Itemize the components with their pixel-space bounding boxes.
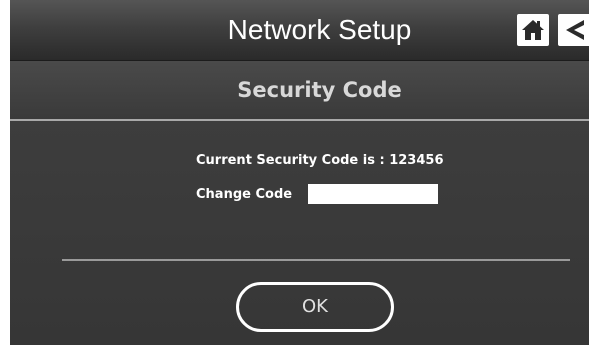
home-icon [522, 20, 544, 40]
home-button[interactable] [517, 14, 549, 46]
page-title: Network Setup [10, 0, 589, 60]
back-arrow-icon [566, 20, 584, 40]
current-security-code-text: Current Security Code is : 123456 [196, 153, 444, 168]
section-title-label: Security Code [237, 78, 402, 102]
change-code-label: Change Code [196, 187, 293, 202]
ok-button[interactable]: OK [236, 282, 394, 332]
change-code-input[interactable] [308, 184, 438, 204]
page-title-label: Network Setup [227, 14, 412, 45]
security-code-panel: Current Security Code is : 123456 Change… [10, 121, 589, 345]
network-setup-screen: Network Setup Security Code Current Secu… [10, 0, 589, 345]
section-title: Security Code [10, 61, 589, 119]
section-header: Security Code [10, 61, 589, 119]
back-button[interactable] [558, 14, 589, 46]
title-bar: Network Setup [10, 0, 589, 61]
content-divider [62, 259, 570, 261]
